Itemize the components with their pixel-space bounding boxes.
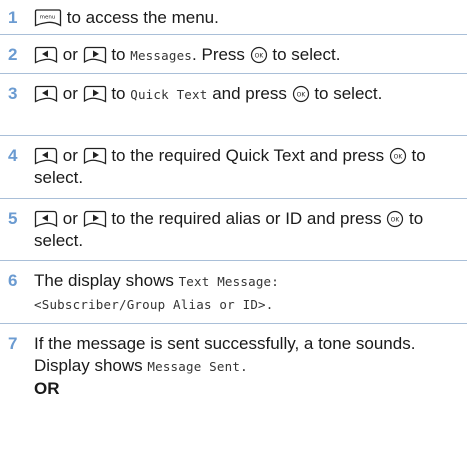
ok-key-icon: OK (389, 147, 407, 165)
right-arrow-key-icon (83, 46, 107, 64)
or-label: OR (34, 379, 60, 398)
step-number: 2 (8, 45, 18, 64)
svg-text:OK: OK (391, 217, 401, 224)
ok-key-icon: OK (292, 85, 310, 103)
display-alias-placeholder: <Subscriber/Group Alias or ID>. (34, 297, 274, 312)
press-text: . Press (192, 45, 250, 64)
or-text: or (62, 209, 78, 228)
select-text: to select. (309, 84, 383, 103)
menu-key-icon: menu (34, 9, 62, 27)
or-text: or (62, 84, 78, 103)
step-text: The display shows (34, 271, 179, 290)
step-7: 7 If the message is sent successfully, a… (0, 324, 467, 421)
step-number: 6 (8, 271, 18, 290)
steps-list: 1 menu to access the menu. 2 or to Messa… (0, 0, 467, 421)
left-arrow-key-icon (34, 147, 58, 165)
step-5: 5 or to the required alias or ID and pre… (0, 199, 467, 261)
step-text: to access the menu. (62, 8, 219, 27)
step-number: 7 (8, 334, 18, 353)
svg-text:OK: OK (254, 53, 264, 60)
step-number: 1 (8, 8, 18, 27)
display-text-message: Text Message: (178, 274, 280, 289)
to-text: to (106, 45, 131, 64)
or-text: or (62, 146, 78, 165)
step-number: 5 (8, 209, 18, 228)
select-text: to select. (267, 45, 341, 64)
to-text: to (106, 84, 131, 103)
step-6: 6 The display shows Text Message: <Subsc… (0, 261, 467, 324)
svg-text:OK: OK (296, 92, 306, 99)
press-text: and press (207, 84, 292, 103)
menu-item-quick-text: Quick Text (130, 87, 208, 102)
svg-text:OK: OK (393, 154, 403, 161)
step-4: 4 or to the required Quick Text and pres… (0, 136, 467, 199)
svg-text:menu: menu (40, 15, 56, 21)
display-message-sent: Message Sent. (147, 359, 248, 374)
right-arrow-key-icon (83, 210, 107, 228)
menu-item-messages: Messages (130, 48, 193, 63)
step-text: to the required Quick Text and press (106, 146, 389, 165)
step-1: 1 menu to access the menu. (0, 0, 467, 35)
step-3: 3 or to Quick Text and press OK to selec… (0, 74, 467, 136)
step-2: 2 or to Messages. Press OK to select. (0, 35, 467, 74)
left-arrow-key-icon (34, 210, 58, 228)
ok-key-icon: OK (250, 46, 268, 64)
ok-key-icon: OK (386, 210, 404, 228)
left-arrow-key-icon (34, 46, 58, 64)
step-number: 4 (8, 146, 18, 165)
step-text: to the required alias or ID and press (106, 209, 387, 228)
right-arrow-key-icon (83, 147, 107, 165)
or-text: or (62, 45, 78, 64)
step-number: 3 (8, 84, 18, 103)
right-arrow-key-icon (83, 85, 107, 103)
left-arrow-key-icon (34, 85, 58, 103)
